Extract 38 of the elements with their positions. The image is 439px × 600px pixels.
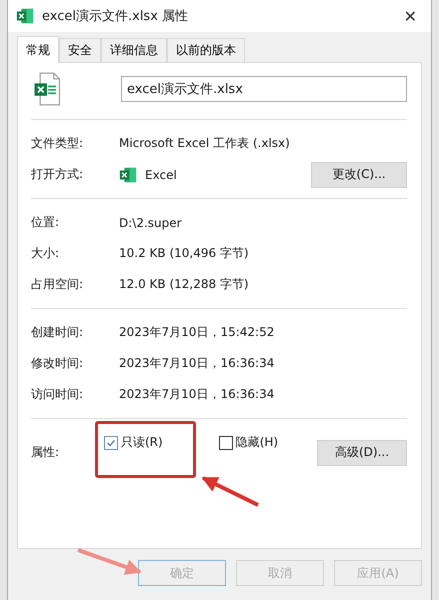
attributes-label: 属性: [31,444,60,461]
property-value: 10.2 KB (10,496 字节) [119,245,250,262]
tab[interactable]: 安全 [59,38,101,62]
window-title: excel演示文件.xlsx 属性 [42,8,190,25]
checkbox[interactable]: 隐藏(H) [218,434,278,451]
tab[interactable]: 以前的版本 [167,38,245,62]
advanced-button[interactable]: 高级(D)... [317,440,407,466]
arrow [202,476,259,507]
property-value: 2023年7月10日，15:42:52 [119,324,276,341]
property-label: 访问时间: [31,386,84,403]
close-button[interactable]: ✕ [398,6,423,26]
property-value: Excel [145,168,177,182]
property-value: D:\2.super [119,216,183,230]
property-label: 文件类型: [31,135,84,152]
spreadsheet-file-icon [33,72,61,106]
file-name-field[interactable]: excel演示文件.xlsx [121,76,407,102]
excel-icon [16,7,34,25]
checkbox-square[interactable] [104,436,118,450]
property-value: Microsoft Excel 工作表 (.xlsx) [119,135,291,152]
change-button[interactable]: 更改(C)... [311,162,407,188]
property-label: 位置: [31,214,60,231]
checkbox[interactable]: 只读(R) [104,434,163,451]
property-label: 创建时间: [31,324,84,341]
property-label: 大小: [31,245,60,262]
property-value: 12.0 KB (12,288 字节) [119,276,250,293]
check-icon [106,438,116,448]
property-value: 2023年7月10日，16:36:34 [119,355,276,372]
checkbox-label: 隐藏(H) [236,434,278,451]
property-label: 打开方式: [31,166,84,183]
property-label: 修改时间: [31,355,84,372]
checkbox-square[interactable] [218,436,233,450]
property-label: 占用空间: [31,276,84,293]
property-value: 2023年7月10日，16:36:34 [119,386,276,403]
arrow [77,548,142,575]
checkbox-label: 只读(R) [121,434,163,451]
excel-icon [119,166,137,184]
tab[interactable]: 详细信息 [101,38,167,62]
tab[interactable]: 常规 [17,36,59,63]
